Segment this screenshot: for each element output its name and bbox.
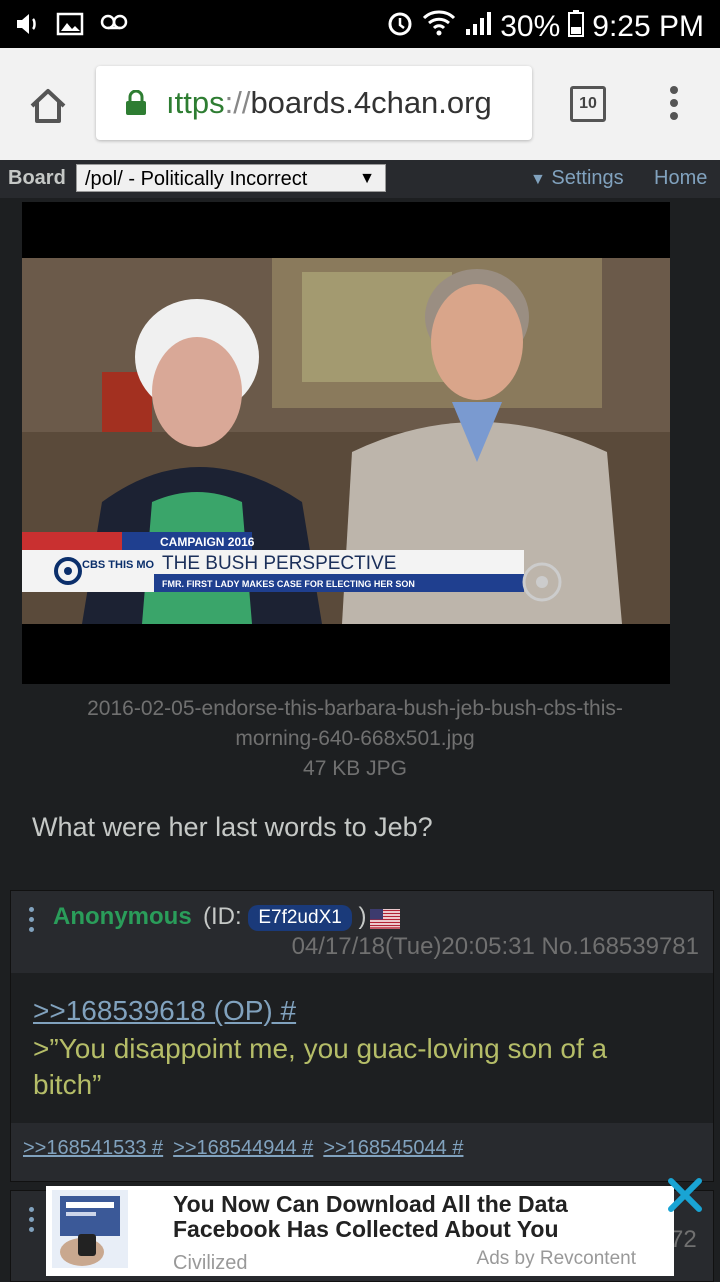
poster-id-suffix: ) [358,903,367,930]
ad-attribution[interactable]: Ads by Revcontent [477,1248,636,1270]
clock-time: 9:25 PM [592,10,704,43]
banner-title: THE BUSH PERSPECTIVE [162,553,396,574]
post-body: >>168539618 (OP) # >”You disappoint me, … [11,973,713,1123]
poster-id-prefix: (ID: [203,903,242,930]
settings-link[interactable]: ▼ Settings [530,167,624,190]
url-host: boards.4chan.org [250,85,492,120]
url-text: ıttps://boards.4chan.org [166,85,492,121]
alarm-icon [386,8,414,46]
board-select[interactable]: /pol/ - Politically Incorrect ▼ [76,164,386,192]
url-scheme: ıttps [166,85,225,120]
browser-toolbar: ıttps://boards.4chan.org 10 [0,48,720,160]
voicemail-icon [98,10,130,43]
op-comment: What were her last words to Jeb? [32,812,433,842]
battery-percent: 30% [500,10,561,43]
settings-label: Settings [551,167,624,189]
board-label: Board [8,167,66,189]
banner-subtitle: FMR. FIRST LADY MAKES CASE FOR ELECTING … [162,579,415,589]
greentext-quote: >”You disappoint me, you guac-loving son… [33,1033,608,1100]
battery-icon [568,9,585,45]
backlinks: >>168541533 # >>168544944 # >>168545044 … [23,1137,463,1160]
banner-campaign: CAMPAIGN 2016 [160,535,255,549]
triangle-down-icon: ▼ [530,171,546,188]
browser-home-icon[interactable] [26,84,70,128]
home-link[interactable]: Home [654,167,707,190]
reply-post: Anonymous (ID: E7f2udX1 ) 04/17/18(Tue)2… [10,890,714,1182]
post-header: Anonymous (ID: E7f2udX1 ) 04/17/18(Tue)2… [11,891,713,973]
overflow-menu-icon[interactable] [664,86,684,126]
backlink[interactable]: >>168544944 # [173,1137,313,1160]
file-name-line-2[interactable]: morning-640-668x501.jpg [40,724,670,754]
ad-thumbnail[interactable] [52,1190,128,1268]
post-image[interactable]: CAMPAIGN 2016 CBS THIS MORNING THE BUSH … [22,202,670,684]
address-bar[interactable]: ıttps://boards.4chan.org [96,66,532,140]
us-flag-icon [370,908,401,929]
tab-switcher-button[interactable]: 10 [570,86,606,122]
gallery-icon [56,10,84,43]
status-bar: 30% 9:25 PM [0,0,720,48]
url-separator: :// [224,85,251,120]
post-menu-icon[interactable] [29,907,35,937]
file-info: 2016-02-05-endorse-this-barbara-bush-jeb… [40,694,670,784]
chevron-down-icon: ▼ [359,170,375,187]
post-menu-icon[interactable] [29,1207,35,1237]
close-icon[interactable] [666,1176,704,1214]
quote-link[interactable]: >>168539618 (OP) # [33,995,296,1027]
lock-icon [124,89,148,121]
board-select-value: /pol/ - Politically Incorrect [85,168,308,190]
board-navigation-bar: Board /pol/ - Politically Incorrect ▼ ▼ … [0,160,720,199]
backlink[interactable]: >>168545044 # [323,1137,463,1160]
ad-banner[interactable]: You Now Can Download All the Data Facebo… [46,1186,674,1276]
file-size-type: 47 KB JPG [303,757,407,780]
post-datetime-number[interactable]: 04/17/18(Tue)20:05:31 No.168539781 [292,933,699,961]
op-post: CAMPAIGN 2016 CBS THIS MORNING THE BUSH … [0,198,720,880]
volume-icon [14,10,42,43]
next-post-number-fragment: 72 [670,1226,697,1253]
poster-id-badge[interactable]: E7f2udX1 [248,904,352,931]
backlink[interactable]: >>168541533 # [23,1137,163,1160]
poster-id-wrap: (ID: E7f2udX1 ) [203,903,401,931]
file-name-line-1[interactable]: 2016-02-05-endorse-this-barbara-bush-jeb… [40,694,670,724]
ad-title[interactable]: You Now Can Download All the Data Facebo… [173,1192,613,1242]
poster-name: Anonymous [53,903,192,930]
signal-icon [464,9,492,45]
wifi-icon [422,9,456,45]
ad-source: Civilized [173,1252,248,1274]
